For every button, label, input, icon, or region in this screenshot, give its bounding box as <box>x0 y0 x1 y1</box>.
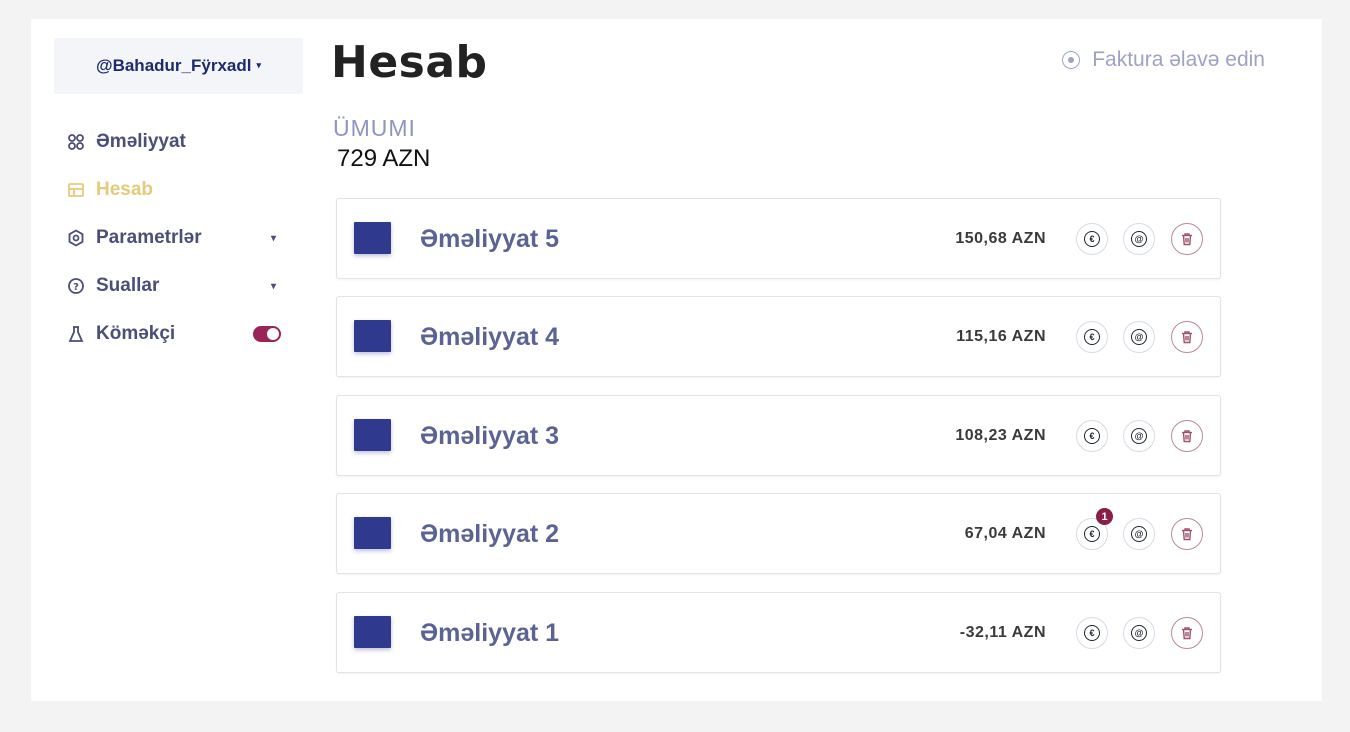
transaction-thumbnail <box>354 419 391 451</box>
trash-icon <box>1182 233 1192 246</box>
flask-icon <box>66 324 86 344</box>
euro-button[interactable]: € <box>1076 617 1108 649</box>
sidebar-item-hesab[interactable]: Hesab <box>66 175 281 205</box>
chevron-down-icon[interactable]: ▾ <box>271 281 276 292</box>
transaction-thumbnail <box>354 517 391 549</box>
page-title: Hesab <box>331 37 488 88</box>
svg-text:?: ? <box>73 282 79 293</box>
transaction-name: Əməliyyat 3 <box>420 422 560 450</box>
at-icon: @ <box>1131 428 1147 444</box>
transaction-thumbnail <box>354 320 391 352</box>
transaction-amount: -32,11 AZN <box>959 624 1046 641</box>
question-icon: ? <box>66 276 86 296</box>
transaction-row[interactable]: Əməliyyat 4 115,16 AZN € @ <box>336 296 1221 377</box>
at-icon: @ <box>1131 526 1147 542</box>
delete-button[interactable] <box>1171 321 1203 353</box>
trash-icon <box>1182 430 1192 443</box>
euro-icon: € <box>1084 625 1100 641</box>
transaction-amount: 150,68 AZN <box>955 230 1046 247</box>
euro-button[interactable]: € 1 <box>1076 508 1113 550</box>
total-value: 729 AZN <box>337 145 431 172</box>
toggle-knob <box>267 328 279 340</box>
sidebar-item-emeliyyat[interactable]: Əməliyyat <box>66 127 281 157</box>
transaction-row[interactable]: Əməliyyat 5 150,68 AZN € @ <box>336 198 1221 279</box>
at-icon: @ <box>1131 329 1147 345</box>
transaction-row[interactable]: Əməliyyat 3 108,23 AZN € @ <box>336 395 1221 476</box>
transaction-name: Əməliyyat 5 <box>420 225 560 253</box>
chevron-down-icon: ▾ <box>256 59 261 70</box>
email-button[interactable]: @ <box>1123 420 1155 452</box>
total-label: ÜMUMI <box>333 115 416 141</box>
transaction-row[interactable]: Əməliyyat 2 67,04 AZN € 1 @ <box>336 493 1221 574</box>
euro-icon: € <box>1084 526 1100 542</box>
transaction-amount: 67,04 AZN <box>964 525 1046 542</box>
delete-button[interactable] <box>1171 617 1203 649</box>
grid-icon <box>66 132 86 152</box>
transaction-row[interactable]: Əməliyyat 1 -32,11 AZN € @ <box>336 592 1221 673</box>
transaction-name: Əməliyyat 1 <box>420 619 560 647</box>
euro-button[interactable]: € <box>1076 420 1108 452</box>
add-circle-icon <box>1062 51 1081 69</box>
sidebar-item-parametrler[interactable]: Parametrlər ▾ <box>66 223 281 253</box>
delete-button[interactable] <box>1171 420 1203 452</box>
email-button[interactable]: @ <box>1123 518 1155 550</box>
settings-icon <box>66 228 86 248</box>
sidebar-item-label: Suallar <box>96 275 160 296</box>
user-menu-button[interactable]: @Bahadur_Fÿrxadl ▾ <box>54 38 303 94</box>
sidebar-item-label: Parametrlər <box>96 227 202 248</box>
transaction-amount: 108,23 AZN <box>955 427 1046 444</box>
delete-button[interactable] <box>1171 223 1203 255</box>
trash-icon <box>1182 627 1192 640</box>
euro-icon: € <box>1084 428 1100 444</box>
euro-icon: € <box>1084 231 1100 247</box>
main-card: @Bahadur_Fÿrxadl ▾ Əməliyyat Hesab Param… <box>31 19 1322 701</box>
trash-icon <box>1182 528 1192 541</box>
assistant-toggle[interactable] <box>253 326 281 342</box>
notification-badge: 1 <box>1096 508 1113 525</box>
add-invoice-button[interactable]: Faktura əlavə edin <box>1062 48 1265 72</box>
transaction-amount: 115,16 AZN <box>956 328 1046 345</box>
email-button[interactable]: @ <box>1123 321 1155 353</box>
chevron-down-icon[interactable]: ▾ <box>271 233 276 244</box>
at-icon: @ <box>1131 625 1147 641</box>
sidebar-item-label: Əməliyyat <box>96 131 186 152</box>
sidebar-item-suallar[interactable]: ? Suallar ▾ <box>66 271 281 301</box>
euro-button[interactable]: € <box>1076 321 1108 353</box>
add-invoice-label: Faktura əlavə edin <box>1092 48 1265 71</box>
sidebar-item-label: Köməkçi <box>96 323 176 344</box>
transaction-thumbnail <box>354 616 391 648</box>
email-button[interactable]: @ <box>1123 223 1155 255</box>
user-handle: @Bahadur_Fÿrxadl <box>96 56 252 75</box>
sidebar-item-komekci[interactable]: Köməkçi <box>66 319 281 349</box>
at-icon: @ <box>1131 231 1147 247</box>
trash-icon <box>1182 331 1192 344</box>
transaction-thumbnail <box>354 222 391 254</box>
transaction-name: Əməliyyat 4 <box>420 323 560 351</box>
transaction-name: Əməliyyat 2 <box>420 520 560 548</box>
email-button[interactable]: @ <box>1123 617 1155 649</box>
delete-button[interactable] <box>1171 518 1203 550</box>
euro-button[interactable]: € <box>1076 223 1108 255</box>
sidebar-item-label: Hesab <box>96 179 154 200</box>
card-icon <box>66 180 86 200</box>
euro-icon: € <box>1084 329 1100 345</box>
